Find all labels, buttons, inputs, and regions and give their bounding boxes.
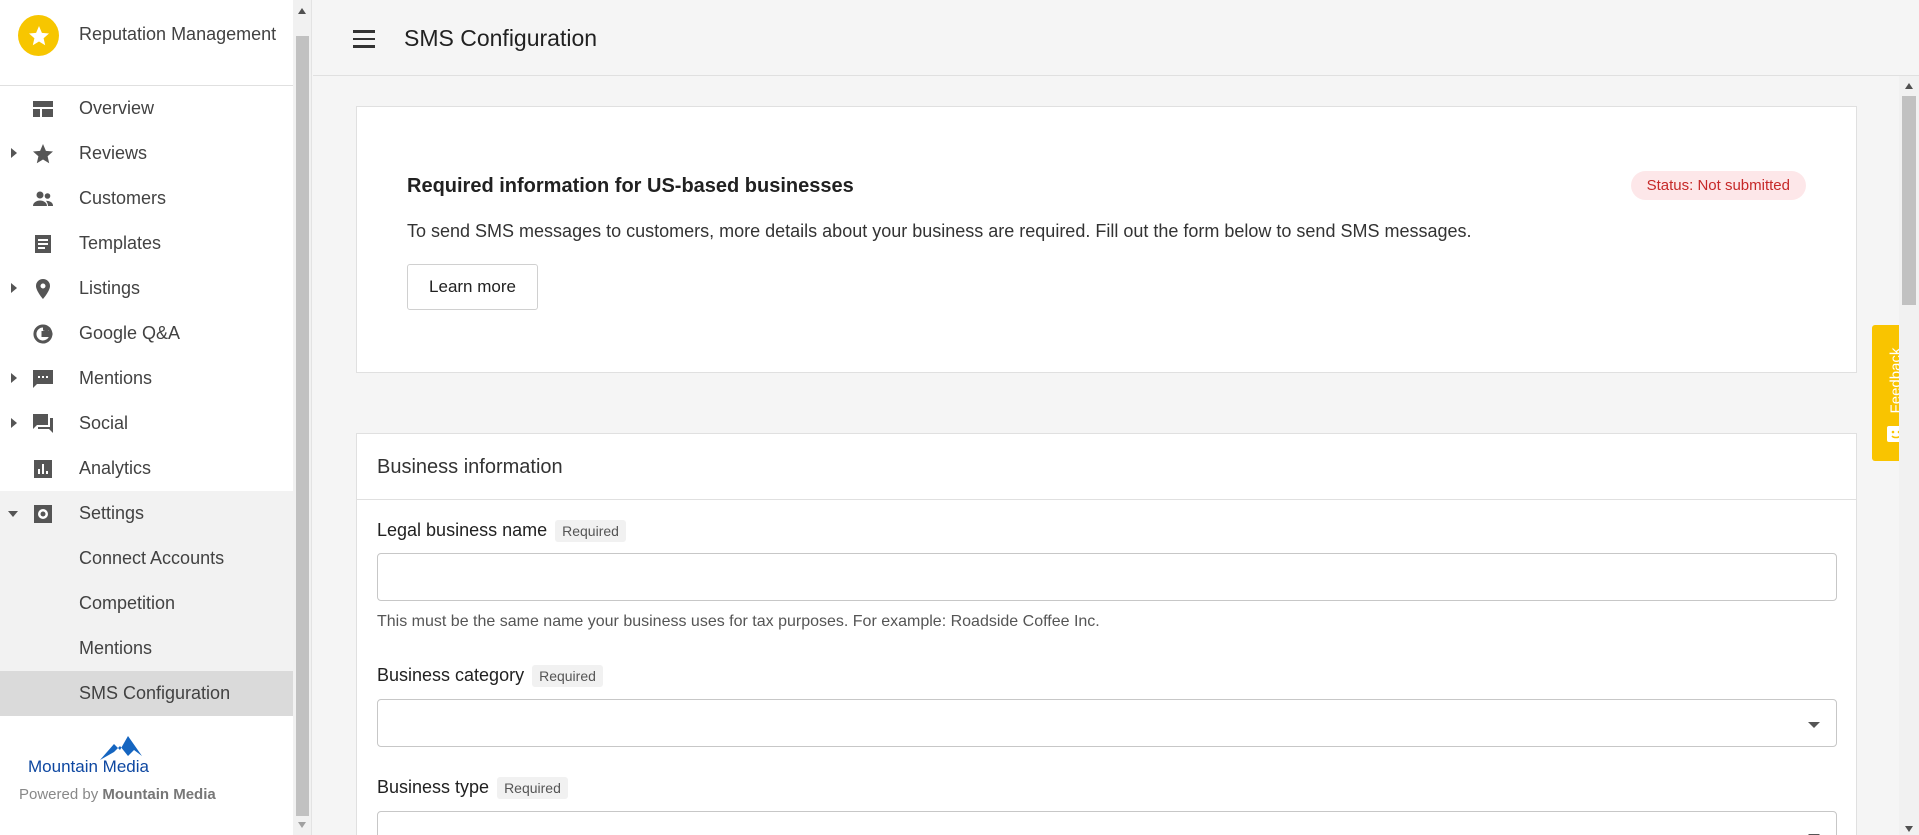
gear-icon xyxy=(30,502,56,526)
sidebar-item-label: Reviews xyxy=(79,143,148,163)
people-icon xyxy=(30,187,56,211)
sidebar-item-label: Google Q&A xyxy=(79,323,181,343)
chevron-down-icon xyxy=(1808,722,1820,728)
notice-heading: Required information for US-based busine… xyxy=(407,175,854,197)
required-tag: Required xyxy=(497,777,568,800)
sidebar-item-google-qa[interactable]: Google Q&A xyxy=(0,311,293,356)
document-icon xyxy=(30,232,56,256)
required-tag: Required xyxy=(532,665,603,688)
caret-right-icon[interactable] xyxy=(9,282,19,294)
sidebar-item-listings[interactable]: Listings xyxy=(0,266,293,311)
sidebar-item-social[interactable]: Social xyxy=(0,401,293,446)
brand-logo-text: Mountain Media xyxy=(28,757,150,776)
us-business-notice-card: Required information for US-based busine… xyxy=(356,106,1857,373)
sidebar-item-analytics[interactable]: Analytics xyxy=(0,446,293,491)
sidebar-subitem-competition[interactable]: Competition xyxy=(0,581,293,626)
sidebar-header: Reputation Management xyxy=(0,0,293,86)
scrollbar-thumb[interactable] xyxy=(296,36,309,816)
caret-right-icon[interactable] xyxy=(9,417,19,429)
chat-bubble-icon xyxy=(30,367,56,391)
sidebar-item-label: Listings xyxy=(79,278,141,298)
caret-down-icon[interactable] xyxy=(7,509,19,519)
powered-by-text: Powered by Mountain Media xyxy=(19,786,216,803)
hamburger-menu-icon[interactable] xyxy=(353,30,377,48)
location-pin-icon xyxy=(30,277,56,301)
caret-right-icon[interactable] xyxy=(9,372,19,384)
scroll-up-arrow-icon[interactable] xyxy=(298,8,306,14)
notice-description: To send SMS messages to customers, more … xyxy=(407,221,1472,241)
sidebar-item-label: Mentions xyxy=(79,368,153,388)
google-icon xyxy=(30,322,56,346)
sidebar-item-label: Customers xyxy=(79,188,167,208)
top-bar: SMS Configuration xyxy=(313,0,1919,76)
caret-right-icon[interactable] xyxy=(9,147,19,159)
status-badge: Status: Not submitted xyxy=(1630,171,1806,200)
sidebar-item-label: Mentions xyxy=(79,638,153,658)
app-title: Reputation Management xyxy=(79,24,277,44)
bar-chart-icon xyxy=(30,457,56,481)
business-category-select[interactable] xyxy=(377,699,1837,747)
required-tag: Required xyxy=(555,520,626,543)
section-divider xyxy=(357,499,1856,500)
sidebar-nav: Overview Reviews Customers Templates Lis… xyxy=(0,86,293,716)
scroll-down-arrow-icon[interactable] xyxy=(1905,826,1913,832)
scrollbar-thumb[interactable] xyxy=(1902,96,1916,305)
scroll-up-arrow-icon[interactable] xyxy=(1905,83,1913,89)
business-type-select[interactable] xyxy=(377,811,1837,835)
brand-area: Mountain Media Powered by Mountain Media xyxy=(0,718,293,835)
sidebar-item-settings[interactable]: Settings xyxy=(0,491,293,536)
sidebar-item-label: Competition xyxy=(79,593,176,613)
sidebar-item-label: SMS Configuration xyxy=(79,683,231,703)
legal-business-name-input[interactable] xyxy=(377,553,1837,601)
page-title: SMS Configuration xyxy=(404,25,598,51)
sidebar-item-mentions[interactable]: Mentions xyxy=(0,356,293,401)
mountain-media-logo: Mountain Media xyxy=(28,736,150,776)
sidebar-item-label: Analytics xyxy=(79,458,152,478)
business-information-card: Business information Legal business name… xyxy=(356,433,1857,835)
sidebar-item-reviews[interactable]: Reviews xyxy=(0,131,293,176)
sidebar-item-customers[interactable]: Customers xyxy=(0,176,293,221)
sidebar: Reputation Management Overview Reviews C… xyxy=(0,0,293,835)
sidebar-item-label: Settings xyxy=(79,503,145,523)
section-title: Business information xyxy=(377,456,563,478)
dashboard-icon xyxy=(30,97,56,121)
legal-business-name-label: Legal business name Required xyxy=(377,520,626,543)
main-scrollbar[interactable] xyxy=(1899,76,1919,835)
legal-business-name-hint: This must be the same name your business… xyxy=(377,613,1100,630)
business-category-label: Business category Required xyxy=(377,665,603,688)
sidebar-subitem-sms-configuration[interactable]: SMS Configuration xyxy=(0,671,293,716)
sidebar-item-label: Social xyxy=(79,413,129,433)
sidebar-item-label: Connect Accounts xyxy=(79,548,225,568)
sidebar-subitem-mentions[interactable]: Mentions xyxy=(0,626,293,671)
sidebar-item-templates[interactable]: Templates xyxy=(0,221,293,266)
learn-more-button[interactable]: Learn more xyxy=(407,264,538,310)
sidebar-subitem-connect-accounts[interactable]: Connect Accounts xyxy=(0,536,293,581)
star-icon xyxy=(30,142,56,166)
star-logo-icon xyxy=(18,15,59,56)
business-type-label: Business type Required xyxy=(377,777,568,800)
sidebar-item-label: Templates xyxy=(79,233,162,253)
settings-group: Settings Connect Accounts Competition Me… xyxy=(0,491,293,716)
scroll-down-arrow-icon[interactable] xyxy=(298,822,306,828)
sidebar-item-label: Overview xyxy=(79,98,155,118)
sidebar-scrollbar[interactable] xyxy=(293,0,312,835)
sidebar-item-overview[interactable]: Overview xyxy=(0,86,293,131)
forum-icon xyxy=(30,412,56,436)
